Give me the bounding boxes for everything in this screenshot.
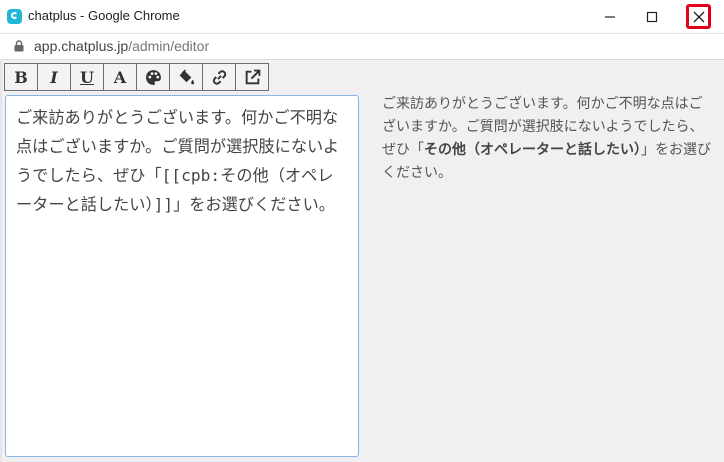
link-icon — [212, 69, 226, 85]
url-host: app.chatplus.jp — [34, 38, 129, 54]
underline-button[interactable]: U — [70, 63, 104, 91]
italic-label: I — [50, 67, 58, 87]
background-color-button[interactable] — [169, 63, 203, 91]
text-color-button[interactable] — [136, 63, 170, 91]
editor-toolbar: B I U A — [4, 63, 269, 93]
close-highlight-box — [686, 4, 711, 29]
message-preview: ご来訪ありがとうございます。何かご不明な点はございますか。ご質問が選択肢にないよ… — [382, 93, 712, 185]
italic-button[interactable]: I — [37, 63, 71, 91]
chatplus-app-icon — [7, 9, 22, 24]
paint-bucket-icon — [179, 68, 194, 84]
close-button[interactable] — [683, 2, 714, 31]
message-textarea[interactable]: ご来訪ありがとうございます。何かご不明な点はございますか。ご質問が選択肢にないよ… — [6, 96, 358, 456]
close-icon — [693, 11, 704, 22]
external-link-icon — [245, 69, 260, 84]
underline-label: U — [80, 67, 94, 87]
insert-link-button[interactable] — [202, 63, 236, 91]
message-editor[interactable]: ご来訪ありがとうございます。何かご不明な点はございますか。ご質問が選択肢にないよ… — [5, 95, 359, 457]
maximize-button[interactable] — [631, 0, 673, 33]
preview-choice-link[interactable]: その他（オペレーターと話したい） — [424, 142, 641, 158]
font-label: A — [113, 67, 127, 87]
font-button[interactable]: A — [103, 63, 137, 91]
url-text: app.chatplus.jp/admin/editor — [34, 38, 209, 54]
address-bar[interactable]: app.chatplus.jp/admin/editor — [0, 34, 724, 60]
palette-icon — [145, 69, 161, 85]
minimize-icon — [605, 15, 615, 18]
bold-button[interactable]: B — [4, 63, 38, 91]
window-left-edge — [0, 59, 2, 462]
window-titlebar: chatplus - Google Chrome — [0, 0, 724, 34]
open-external-button[interactable] — [235, 63, 269, 91]
bold-label: B — [14, 67, 28, 87]
maximize-icon — [646, 11, 658, 22]
url-path: /admin/editor — [128, 38, 210, 54]
window-title: chatplus - Google Chrome — [28, 8, 180, 23]
lock-icon — [14, 40, 24, 52]
minimize-button[interactable] — [589, 0, 631, 33]
